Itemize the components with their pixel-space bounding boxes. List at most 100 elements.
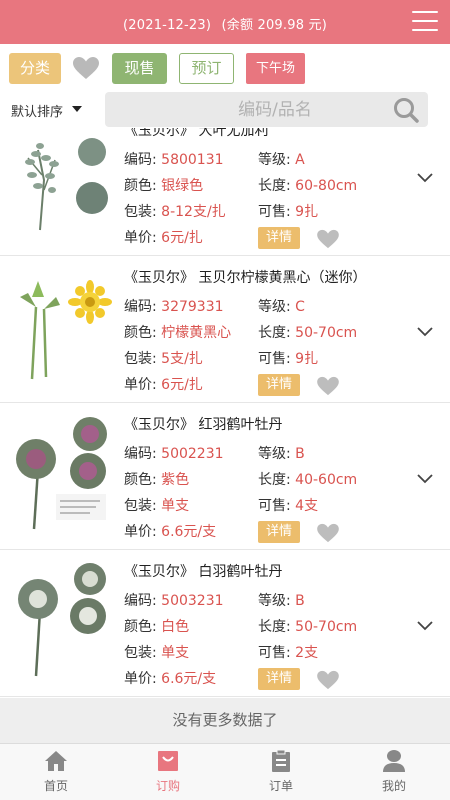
shopping-bag-icon [158, 751, 178, 771]
tab-label: 订购 [155, 779, 180, 793]
available-label: 可售: [258, 645, 291, 661]
product-item[interactable]: 《玉贝尔》 白羽鹤叶牡丹 编码: 5003231 等级: B 颜色: 白色 长度… [0, 551, 450, 697]
white-ornamental-kale-image [18, 563, 106, 677]
grade-label: 等级: [258, 299, 291, 315]
sort-search-bar: 默认排序 [0, 92, 450, 128]
length-label: 长度: [258, 325, 291, 341]
grade-value: B [295, 593, 305, 609]
bottom-tab-bar: 首页 订购 订单 我的 [0, 743, 450, 800]
code-value: 5002231 [161, 446, 224, 462]
tab-label: 首页 [43, 779, 68, 793]
product-name: 《玉贝尔》 红羽鹤叶牡丹 [124, 417, 283, 433]
header-balance: (余额 209.98 元) [221, 18, 327, 33]
product-item[interactable]: 《玉贝尔》 玉贝尔柠檬黄黑心（迷你） 编码: 3279331 等级: C 颜色:… [0, 257, 450, 403]
price-value: 6.6元/支 [161, 524, 217, 540]
price-label: 单价: [124, 524, 157, 540]
search-input[interactable] [105, 92, 385, 127]
sunflower-image [20, 280, 112, 380]
pack-label: 包装: [124, 645, 157, 661]
price-value: 6元/扎 [161, 377, 203, 393]
available-label: 可售: [258, 498, 291, 514]
available-label: 可售: [258, 204, 291, 220]
chevron-down-icon[interactable] [416, 326, 434, 338]
available-value: 2支 [295, 645, 319, 661]
color-value: 柠檬黄黑心 [161, 325, 232, 341]
favorite-heart-icon[interactable] [316, 670, 340, 690]
detail-button[interactable]: 详情 [258, 374, 300, 396]
tab-orders[interactable]: 订单 [225, 744, 337, 800]
favorites-heart-icon[interactable] [72, 56, 100, 80]
tab-label: 我的 [381, 779, 406, 793]
code-value: 5800131 [161, 152, 224, 168]
pack-value: 单支 [161, 645, 190, 661]
price-value: 6.6元/支 [161, 671, 217, 687]
available-value: 9扎 [295, 204, 319, 220]
tab-home[interactable]: 首页 [0, 744, 112, 800]
sort-dropdown-label[interactable]: 默认排序 [11, 101, 63, 120]
detail-button[interactable]: 详情 [258, 521, 300, 543]
favorite-heart-icon[interactable] [316, 376, 340, 396]
color-value: 银绿色 [161, 178, 204, 194]
length-label: 长度: [258, 472, 291, 488]
favorite-heart-icon[interactable] [316, 523, 340, 543]
detail-button[interactable]: 详情 [258, 227, 300, 249]
chevron-down-icon[interactable] [416, 473, 434, 485]
caret-down-icon[interactable] [72, 106, 82, 112]
price-label: 单价: [124, 377, 157, 393]
afternoon-session-tab[interactable]: 下午场 [246, 53, 305, 84]
length-label: 长度: [258, 619, 291, 635]
pack-value: 5支/扎 [161, 351, 203, 367]
code-label: 编码: [124, 446, 157, 462]
color-label: 颜色: [124, 178, 157, 194]
product-item[interactable]: 《玉贝尔》 大叶尤加利 编码: 5800131 等级: A 颜色: 银绿色 长度… [0, 128, 450, 256]
filter-bar: 分类 现售 预订 下午场 [0, 44, 450, 92]
color-value: 紫色 [161, 472, 190, 488]
pack-label: 包装: [124, 351, 157, 367]
product-name: 《玉贝尔》 大叶尤加利 [124, 128, 269, 139]
order-list-icon [272, 749, 290, 772]
color-label: 颜色: [124, 619, 157, 635]
product-item[interactable]: 《玉贝尔》 红羽鹤叶牡丹 编码: 5002231 等级: B 颜色: 紫色 长度… [0, 404, 450, 550]
favorite-heart-icon[interactable] [316, 229, 340, 249]
available-label: 可售: [258, 351, 291, 367]
detail-button[interactable]: 详情 [258, 668, 300, 690]
hamburger-menu-icon[interactable] [412, 11, 438, 33]
home-icon [45, 751, 67, 771]
pack-value: 8-12支/扎 [161, 204, 226, 220]
tab-label: 订单 [268, 779, 293, 793]
color-label: 颜色: [124, 472, 157, 488]
product-name: 《玉贝尔》 玉贝尔柠檬黄黑心（迷你） [124, 270, 367, 286]
chevron-down-icon[interactable] [416, 620, 434, 632]
eucalyptus-image [25, 138, 108, 231]
category-button[interactable]: 分类 [9, 53, 61, 84]
code-label: 编码: [124, 299, 157, 315]
chevron-down-icon[interactable] [416, 172, 434, 184]
header-title: (2021-12-23) (余额 209.98 元) [0, 14, 450, 33]
grade-value: B [295, 446, 305, 462]
app-header: (2021-12-23) (余额 209.98 元) [0, 0, 450, 44]
search-box [105, 92, 428, 127]
code-value: 5003231 [161, 593, 224, 609]
preorder-tab[interactable]: 预订 [179, 53, 234, 84]
price-value: 6元/扎 [161, 230, 203, 246]
grade-label: 等级: [258, 446, 291, 462]
tab-mine[interactable]: 我的 [338, 744, 450, 800]
tab-order-shop[interactable]: 订购 [112, 744, 224, 800]
pack-label: 包装: [124, 204, 157, 220]
product-list: 《玉贝尔》 大叶尤加利 编码: 5800131 等级: A 颜色: 银绿色 长度… [0, 128, 450, 698]
pack-value: 单支 [161, 498, 190, 514]
search-icon[interactable] [392, 96, 420, 124]
pack-label: 包装: [124, 498, 157, 514]
user-icon [383, 750, 405, 772]
available-value: 4支 [295, 498, 319, 514]
no-more-data-text: 没有更多数据了 [0, 698, 450, 743]
product-name: 《玉贝尔》 白羽鹤叶牡丹 [124, 564, 283, 580]
length-value: 50-70cm [295, 619, 358, 635]
length-value: 60-80cm [295, 178, 358, 194]
in-stock-tab[interactable]: 现售 [112, 53, 167, 84]
color-label: 颜色: [124, 325, 157, 341]
code-label: 编码: [124, 152, 157, 168]
price-label: 单价: [124, 671, 157, 687]
grade-label: 等级: [258, 593, 291, 609]
color-value: 白色 [161, 619, 190, 635]
